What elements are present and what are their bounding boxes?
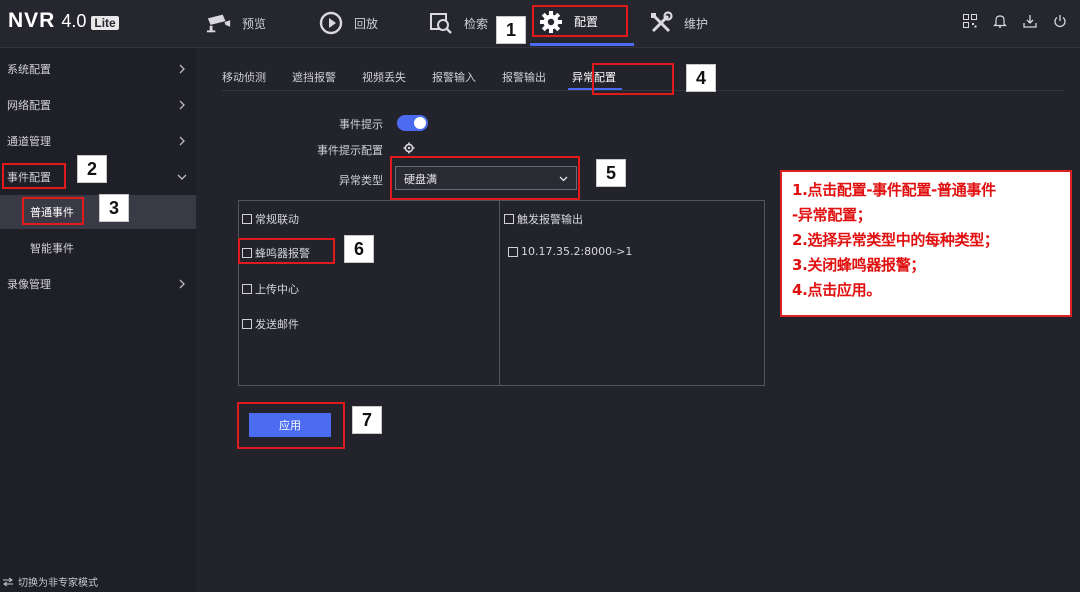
linkage-email-label: 发送邮件	[255, 318, 299, 331]
highlight-exception-type	[390, 156, 580, 200]
instruction-note: 1.点击配置-事件配置-普通事件 -异常配置； 2.选择异常类型中的每种类型； …	[780, 170, 1072, 317]
power-icon[interactable]	[1052, 13, 1068, 29]
tab-tamper-alarm[interactable]: 遮挡报警	[292, 66, 336, 88]
switch-mode-label: 切换为非专家模式	[18, 578, 98, 589]
sidebar: 系统配置 网络配置 通道管理 事件配置 普通事件 智能事件 录像管理 切换为非专…	[0, 48, 196, 592]
nav-maintenance-label: 维护	[684, 16, 709, 31]
trigger-alarm-output-header[interactable]: 触发报警输出	[504, 211, 583, 227]
logo-brand: NVR	[8, 9, 56, 32]
nav-search-label: 检索	[464, 16, 489, 31]
linkage-normal[interactable]: 常规联动	[242, 211, 299, 227]
sidebar-item-label: 通道管理	[7, 135, 51, 148]
step-number-3: 3	[99, 194, 129, 222]
event-hint-config-label: 事件提示配置	[317, 144, 383, 157]
linkage-normal-label: 常规联动	[255, 213, 299, 226]
linkage-divider	[499, 201, 500, 385]
chevron-right-icon	[179, 100, 185, 110]
logo-version: 4.0	[61, 11, 87, 31]
bell-icon[interactable]	[992, 13, 1008, 29]
chevron-right-icon	[179, 279, 185, 289]
highlight-config-nav	[532, 5, 628, 37]
toolbar-icons	[962, 13, 1068, 29]
highlight-normal-event	[22, 197, 84, 225]
linkage-send-email[interactable]: 发送邮件	[242, 316, 299, 332]
step-number-7: 7	[352, 406, 382, 434]
note-line-5: 4.点击应用。	[792, 281, 882, 299]
note-line-3: 2.选择异常类型中的每种类型；	[792, 231, 999, 249]
playback-icon	[318, 11, 344, 35]
nav-preview[interactable]: 预览	[206, 0, 266, 46]
highlight-event-config	[2, 163, 66, 189]
linkage-panel: 常规联动 蜂鸣器报警 上传中心 发送邮件 触发报警输出 10.17.35.2:8…	[238, 200, 765, 386]
note-line-1: 1.点击配置-事件配置-普通事件	[792, 181, 996, 199]
chevron-down-icon	[177, 174, 187, 180]
tab-alarm-input[interactable]: 报警输入	[432, 66, 476, 88]
event-hint-label: 事件提示	[339, 118, 383, 131]
download-icon[interactable]	[1022, 13, 1038, 29]
alarm-output-item-label: 10.17.35.2:8000->1	[521, 245, 633, 258]
highlight-buzzer	[238, 238, 335, 264]
swap-icon	[3, 577, 13, 586]
nav-playback[interactable]: 回放	[318, 0, 378, 46]
search-icon	[428, 11, 454, 35]
checkbox[interactable]	[508, 246, 518, 257]
event-hint-toggle[interactable]	[397, 115, 428, 131]
toggle-knob	[414, 117, 426, 129]
tab-motion-detection[interactable]: 移动侦测	[222, 66, 266, 88]
sidebar-item-channels[interactable]: 通道管理	[0, 124, 196, 158]
linkage-upload-center[interactable]: 上传中心	[242, 281, 299, 297]
linkage-upload-label: 上传中心	[255, 283, 299, 296]
step-number-1: 1	[496, 16, 526, 44]
trigger-alarm-output-label: 触发报警输出	[517, 213, 583, 226]
sidebar-item-label: 录像管理	[7, 278, 51, 291]
step-number-2: 2	[77, 155, 107, 183]
chevron-right-icon	[179, 64, 185, 74]
tab-alarm-output[interactable]: 报警输出	[502, 66, 546, 88]
checkbox[interactable]	[242, 319, 252, 329]
checkbox[interactable]	[504, 214, 514, 224]
note-line-4: 3.关闭蜂鸣器报警；	[792, 256, 926, 274]
camera-icon	[206, 11, 232, 35]
exception-type-label: 异常类型	[339, 174, 383, 187]
logo: NVR 4.0 Lite	[8, 9, 119, 33]
tab-video-loss[interactable]: 视频丢失	[362, 66, 406, 88]
nav-maintenance[interactable]: 维护	[648, 0, 708, 46]
tools-icon	[648, 11, 674, 35]
sidebar-item-label: 系统配置	[7, 63, 51, 76]
highlight-apply	[237, 402, 345, 449]
step-number-4: 4	[686, 64, 716, 92]
alarm-output-item[interactable]: 10.17.35.2:8000->1	[508, 245, 632, 258]
sidebar-item-label: 网络配置	[7, 99, 51, 112]
step-number-6: 6	[344, 235, 374, 263]
nav-search[interactable]: 检索	[428, 0, 488, 46]
checkbox[interactable]	[242, 284, 252, 294]
settings-gear-icon[interactable]	[403, 142, 415, 154]
logo-edition: Lite	[91, 16, 119, 30]
chevron-right-icon	[179, 136, 185, 146]
step-number-5: 5	[596, 159, 626, 187]
nav-playback-label: 回放	[354, 16, 379, 31]
sidebar-item-network[interactable]: 网络配置	[0, 88, 196, 122]
qr-code-icon[interactable]	[962, 13, 978, 29]
checkbox[interactable]	[242, 214, 252, 224]
switch-mode-link[interactable]: 切换为非专家模式	[0, 574, 98, 589]
nav-preview-label: 预览	[242, 16, 267, 31]
sidebar-item-label: 智能事件	[30, 242, 74, 255]
sidebar-item-recording[interactable]: 录像管理	[0, 267, 196, 301]
note-line-2: -异常配置；	[792, 206, 872, 224]
highlight-exception-tab	[592, 63, 674, 95]
sub-tabs: 移动侦测 遮挡报警 视频丢失 报警输入 报警输出 异常配置	[222, 66, 642, 90]
sidebar-item-smart-events[interactable]: 智能事件	[0, 231, 196, 265]
sidebar-item-system[interactable]: 系统配置	[0, 52, 196, 86]
